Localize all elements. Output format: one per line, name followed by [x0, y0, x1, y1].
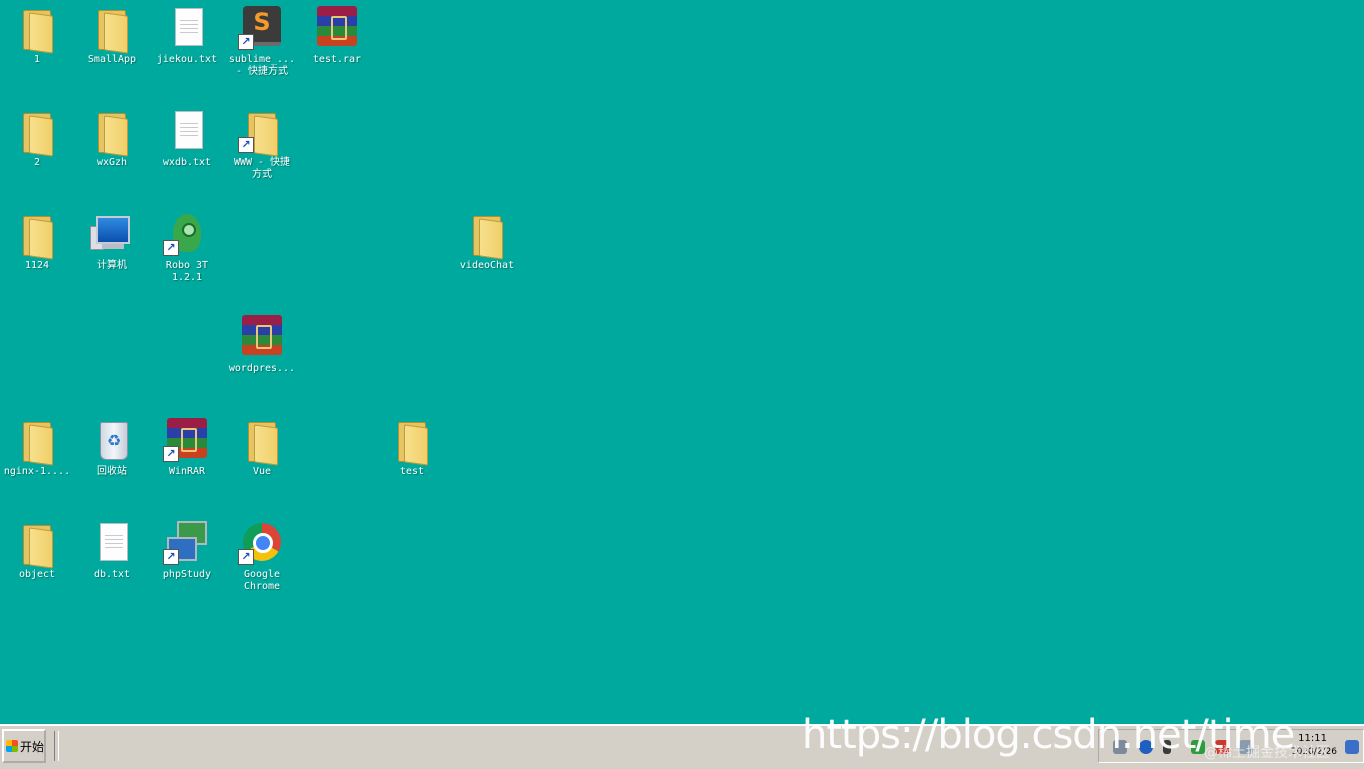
- watermark-community: @稀土掘金技术社区: [1204, 745, 1330, 761]
- icon-label: 计算机: [97, 260, 127, 271]
- icon-label: test: [399, 466, 425, 477]
- chrome-icon: ↗: [238, 521, 286, 567]
- desktop-icon-sublime-shortcut[interactable]: ↗ sublime_... - 快捷方式: [225, 0, 299, 78]
- desktop-icon-test-rar[interactable]: test.rar: [300, 0, 374, 66]
- desktop-icon-recycle-bin[interactable]: 回收站: [75, 412, 149, 478]
- desktop-icon-wxgzh[interactable]: wxGzh: [75, 103, 149, 169]
- shortcut-arrow-icon: ↗: [238, 549, 254, 565]
- desktop: 1 SmallApp jiekou.txt ↗ sublime_... - 快捷…: [0, 0, 1364, 724]
- icon-label: wordpres...: [228, 363, 296, 374]
- desktop-icon-folder-1124[interactable]: 1124: [0, 206, 74, 272]
- icon-label: 1: [33, 54, 41, 65]
- shortcut-arrow-icon: ↗: [238, 34, 254, 50]
- desktop-icon-videochat[interactable]: videoChat: [450, 206, 524, 272]
- icon-label: sublime_... - 快捷方式: [228, 54, 296, 77]
- folder-icon: [13, 6, 61, 54]
- icon-label: WWW - 快捷 方式: [233, 157, 291, 180]
- phpstudy-icon: ↗: [163, 521, 211, 567]
- icon-label: Google Chrome: [243, 569, 281, 592]
- folder-icon: [88, 6, 136, 54]
- desktop-icon-test[interactable]: test: [375, 412, 449, 478]
- show-desktop-icon[interactable]: [1345, 740, 1359, 754]
- winrar-icon: ↗: [163, 418, 211, 464]
- icon-label: SmallApp: [87, 54, 137, 65]
- desktop-icon-www-shortcut[interactable]: ↗ WWW - 快捷 方式: [225, 103, 299, 181]
- icon-label: object: [18, 569, 56, 580]
- shortcut-arrow-icon: ↗: [163, 549, 179, 565]
- icon-label: Robo 3T 1.2.1: [165, 260, 209, 283]
- taskbar-separator: [54, 731, 59, 761]
- desktop-icon-vue[interactable]: Vue: [225, 412, 299, 478]
- icon-label: 回收站: [97, 466, 127, 477]
- shortcut-arrow-icon: ↗: [163, 240, 179, 256]
- computer-icon: [88, 212, 136, 258]
- start-button[interactable]: 开始: [2, 729, 46, 763]
- shortcut-arrow-icon: ↗: [163, 446, 179, 462]
- icon-label: Vue: [252, 466, 272, 477]
- rar-archive-icon: [238, 315, 286, 361]
- desktop-icon-winrar[interactable]: ↗ WinRAR: [150, 412, 224, 478]
- folder-icon: ↗: [238, 109, 286, 157]
- icon-label: videoChat: [459, 260, 515, 271]
- icon-label: wxdb.txt: [162, 157, 212, 168]
- rar-archive-icon: [313, 6, 361, 52]
- icon-label: nginx-1....: [3, 466, 71, 477]
- text-file-icon: [163, 109, 211, 155]
- desktop-icon-jiekou-txt[interactable]: jiekou.txt: [150, 0, 224, 66]
- folder-icon: [463, 212, 511, 260]
- desktop-icon-folder-2[interactable]: 2: [0, 103, 74, 169]
- icon-label: db.txt: [93, 569, 131, 580]
- folder-icon: [388, 418, 436, 466]
- windows-logo-icon: [6, 740, 18, 752]
- desktop-icon-wordpress-rar[interactable]: wordpres...: [225, 309, 299, 375]
- text-file-icon: [163, 6, 211, 52]
- desktop-icon-smallapp[interactable]: SmallApp: [75, 0, 149, 66]
- desktop-icon-robo3t[interactable]: ↗ Robo 3T 1.2.1: [150, 206, 224, 284]
- icon-label: 2: [33, 157, 41, 168]
- desktop-icon-folder-1[interactable]: 1: [0, 0, 74, 66]
- icon-label: test.rar: [312, 54, 362, 65]
- folder-icon: [13, 521, 61, 569]
- icon-label: 1124: [24, 260, 50, 271]
- robo3t-icon: ↗: [163, 212, 211, 258]
- folder-icon: [88, 109, 136, 157]
- desktop-icon-phpstudy[interactable]: ↗ phpStudy: [150, 515, 224, 581]
- start-label: 开始: [20, 739, 45, 754]
- icon-label: jiekou.txt: [156, 54, 218, 65]
- desktop-icon-wxdb-txt[interactable]: wxdb.txt: [150, 103, 224, 169]
- desktop-icon-db-txt[interactable]: db.txt: [75, 515, 149, 581]
- recycle-bin-icon: [88, 418, 136, 464]
- icon-label: wxGzh: [96, 157, 128, 168]
- icon-label: WinRAR: [168, 466, 206, 477]
- text-file-icon: [88, 521, 136, 567]
- sublime-text-icon: ↗: [238, 6, 286, 52]
- shortcut-arrow-icon: ↗: [238, 137, 254, 153]
- desktop-icon-nginx[interactable]: nginx-1....: [0, 412, 74, 478]
- folder-icon: [238, 418, 286, 466]
- folder-icon: [13, 418, 61, 466]
- icon-label: phpStudy: [162, 569, 212, 580]
- folder-icon: [13, 212, 61, 260]
- desktop-icon-object[interactable]: object: [0, 515, 74, 581]
- folder-icon: [13, 109, 61, 157]
- desktop-icon-google-chrome[interactable]: ↗ Google Chrome: [225, 515, 299, 593]
- desktop-icon-computer[interactable]: 计算机: [75, 206, 149, 272]
